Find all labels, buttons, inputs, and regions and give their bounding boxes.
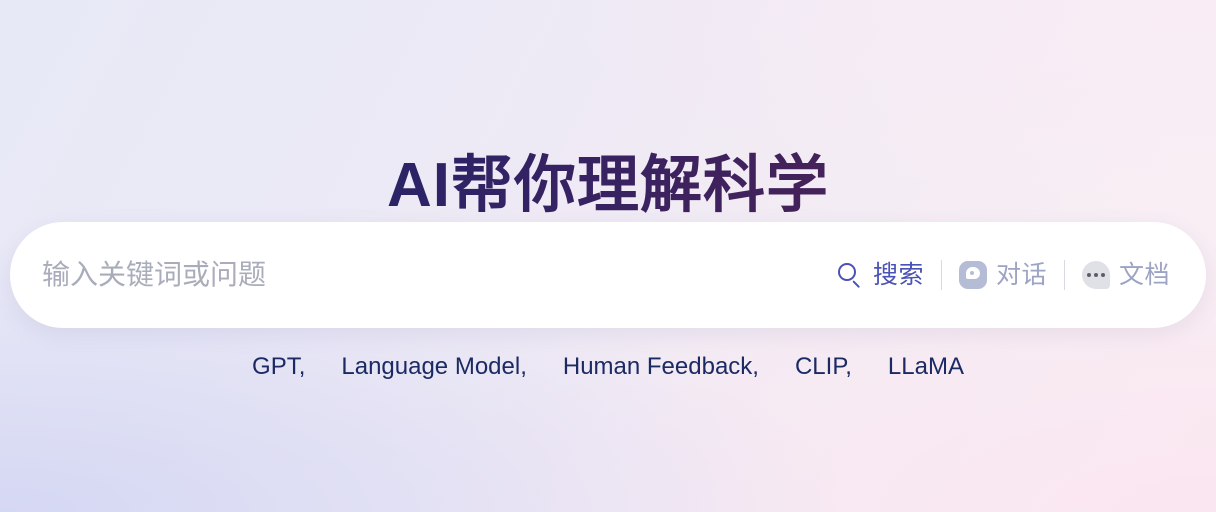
action-divider-1 — [940, 260, 942, 290]
mode-button-search[interactable]: 搜索 — [837, 260, 924, 289]
chat-bubble-icon — [958, 261, 987, 289]
mode-button-document[interactable]: 文档 — [1081, 260, 1170, 289]
keyword-link[interactable]: Human Feedback, — [563, 353, 759, 381]
ellipsis-bubble-icon — [1081, 261, 1110, 289]
search-bar[interactable]: 搜索 对话 文档 — [10, 222, 1206, 328]
search-input[interactable] — [42, 253, 838, 297]
suggested-keywords: GPT, Language Model, Human Feedback, CLI… — [0, 353, 1216, 381]
page-title: AI帮你理解科学 — [0, 146, 1216, 226]
hero-section: AI帮你理解科学 搜索 对话 — [0, 0, 1216, 512]
search-icon — [837, 262, 864, 289]
mode-button-chat[interactable]: 对话 — [958, 260, 1047, 289]
mode-button-chat-label: 对话 — [995, 260, 1047, 289]
page-root: AI帮你理解科学 搜索 对话 — [0, 0, 1216, 512]
mode-button-document-label: 文档 — [1118, 260, 1170, 289]
action-divider-2 — [1063, 260, 1065, 290]
keyword-link[interactable]: LLaMA — [888, 353, 964, 381]
mode-button-search-label: 搜索 — [872, 260, 924, 289]
keyword-link[interactable]: GPT, — [252, 353, 305, 381]
keyword-link[interactable]: CLIP, — [795, 353, 852, 381]
keyword-link[interactable]: Language Model, — [341, 353, 526, 381]
search-mode-actions: 搜索 对话 文档 — [837, 252, 1182, 298]
